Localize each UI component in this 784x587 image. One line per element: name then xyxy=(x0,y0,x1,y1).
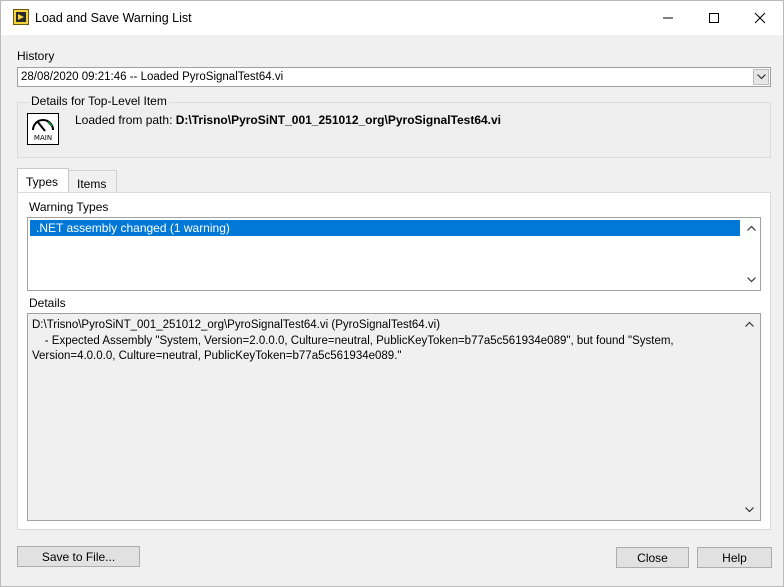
chevron-down-icon xyxy=(746,277,756,283)
window-title: Load and Save Warning List xyxy=(35,11,192,25)
chevron-down-icon xyxy=(744,507,754,513)
vi-gauge-icon xyxy=(32,119,54,132)
maximize-icon xyxy=(709,13,719,23)
top-level-details-group xyxy=(17,102,771,158)
tab-items[interactable]: Items xyxy=(68,170,117,193)
warning-types-label: Warning Types xyxy=(29,200,109,214)
tab-items-label: Items xyxy=(77,177,107,191)
tab-types-label: Types xyxy=(26,175,59,189)
warning-types-list[interactable]: .NET assembly changed (1 warning) xyxy=(27,217,761,291)
list-item[interactable]: .NET assembly changed (1 warning) xyxy=(30,220,740,236)
close-window-button[interactable] xyxy=(737,1,783,35)
chevron-up-icon xyxy=(744,321,754,327)
list-scroll-down-button[interactable] xyxy=(744,274,758,286)
details-label: Details xyxy=(29,296,66,310)
labview-app-icon xyxy=(13,9,29,25)
save-to-file-button[interactable]: Save to File... xyxy=(17,546,140,567)
help-button[interactable]: Help xyxy=(697,547,772,568)
history-dropdown-button[interactable] xyxy=(753,69,769,85)
history-selected-value: 28/08/2020 09:21:46 -- Loaded PyroSignal… xyxy=(21,71,284,83)
details-scroll-down-button[interactable] xyxy=(742,504,756,516)
close-button[interactable]: Close xyxy=(616,547,689,568)
details-text: D:\Trisno\PyroSiNT_001_251012_org\PyroSi… xyxy=(32,319,674,362)
details-scroll-up-button[interactable] xyxy=(742,318,756,330)
loaded-path-line: Loaded from path: D:\Trisno\PyroSiNT_001… xyxy=(75,113,501,127)
close-icon xyxy=(754,12,766,24)
list-scroll-up-button[interactable] xyxy=(744,222,758,234)
chevron-down-icon xyxy=(756,74,766,80)
loaded-path-value: D:\Trisno\PyroSiNT_001_251012_org\PyroSi… xyxy=(175,113,502,127)
vi-main-icon: MAIN xyxy=(27,113,59,145)
history-label: History xyxy=(17,49,55,63)
chevron-up-icon xyxy=(746,225,756,231)
minimize-icon xyxy=(663,17,673,19)
loaded-path-prefix: Loaded from path: xyxy=(75,113,173,127)
details-textbox[interactable]: D:\Trisno\PyroSiNT_001_251012_org\PyroSi… xyxy=(27,313,761,521)
tab-types[interactable]: Types xyxy=(17,168,69,192)
vi-icon-text: MAIN xyxy=(33,134,53,142)
history-dropdown[interactable]: 28/08/2020 09:21:46 -- Loaded PyroSignal… xyxy=(17,67,771,87)
top-level-details-label: Details for Top-Level Item xyxy=(29,94,169,108)
title-bar[interactable]: Load and Save Warning List xyxy=(1,1,783,35)
dialog-window: Load and Save Warning List History 28/08… xyxy=(0,0,784,587)
minimize-button[interactable] xyxy=(645,1,691,35)
maximize-button[interactable] xyxy=(691,1,737,35)
